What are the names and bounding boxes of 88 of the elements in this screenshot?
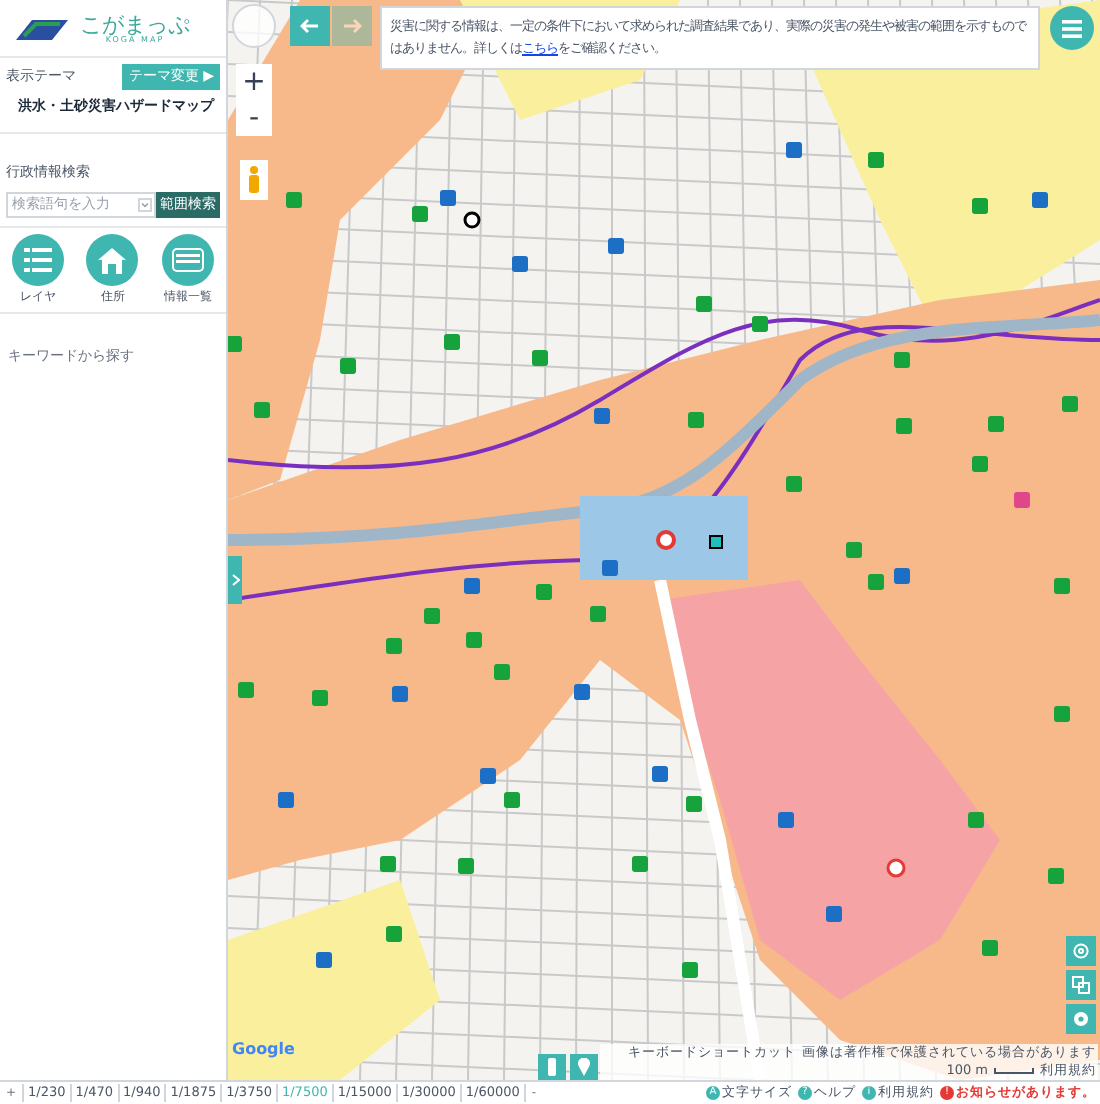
house-icon [86,234,139,286]
facility-marker [988,416,1004,432]
facility-marker [574,684,590,700]
logo-icon [12,15,72,43]
facility-marker [982,940,998,956]
facility-marker [594,408,610,424]
facility-marker [512,256,528,272]
facility-marker [688,412,704,428]
facility-marker [752,316,768,332]
arrow-left-icon [300,16,320,36]
facility-marker [1054,706,1070,722]
facility-marker [894,568,910,584]
facility-marker [896,418,912,434]
facility-marker [1054,578,1070,594]
chevron-icon [231,574,239,586]
scale-bar [994,1068,1034,1074]
facility-marker [972,198,988,214]
person-icon [248,166,260,194]
map-provider-logo: Google [232,1038,295,1062]
target-button[interactable] [1066,936,1096,966]
facility-marker [868,152,884,168]
facility-marker [238,682,254,698]
zoom-in-button[interactable]: + [236,64,272,100]
facility-marker [412,206,428,222]
facility-marker [536,584,552,600]
arrow-right-icon [342,16,362,36]
facility-marker [894,352,910,368]
facility-marker [312,690,328,706]
facility-marker [608,238,624,254]
facility-marker [968,812,984,828]
target-icon [1072,942,1090,960]
settings-button[interactable] [1066,1004,1096,1034]
facility-marker [972,456,988,472]
app-title: こがまっぷ [80,14,190,36]
facility-marker [392,686,408,702]
facility-marker [868,574,884,590]
facility-marker [786,142,802,158]
copy-button[interactable] [1066,970,1096,1000]
facility-marker [228,336,242,352]
copy-icon [1072,976,1090,994]
facility-marker [632,856,648,872]
facility-marker [254,402,270,418]
list-icon [11,234,64,286]
facility-marker [444,334,460,350]
facility-marker [458,858,474,874]
facility-marker [686,796,702,812]
facility-marker [1032,192,1048,208]
location-marker [886,858,906,878]
facility-marker [709,535,723,549]
facility-marker [278,792,294,808]
panel-icon [162,234,215,286]
street-view-button[interactable] [240,160,268,200]
facility-marker [652,766,668,782]
facility-marker [1014,492,1030,508]
facility-marker [386,638,402,654]
facility-marker [386,926,402,942]
facility-marker [466,632,482,648]
facility-marker [532,350,548,366]
facility-marker [826,906,842,922]
menu-icon [1062,19,1082,37]
facility-marker [696,296,712,312]
facility-marker [494,664,510,680]
facility-marker [786,476,802,492]
facility-marker [590,606,606,622]
facility-marker [286,192,302,208]
facility-marker [1048,868,1064,884]
pin-icon [578,1058,590,1076]
facility-marker [682,962,698,978]
facility-marker [340,358,356,374]
facility-marker [440,190,456,206]
facility-marker [316,952,332,968]
facility-marker [464,578,480,594]
sidebar-toggle[interactable] [228,556,242,604]
location-marker [463,211,481,229]
pin-button[interactable] [570,1054,598,1080]
facility-marker [480,768,496,784]
facility-marker [602,560,618,576]
facility-marker [504,792,520,808]
facility-marker [846,542,862,558]
back-button[interactable] [290,6,330,46]
facility-marker [424,608,440,624]
facility-marker [778,812,794,828]
location-marker [656,530,676,550]
settings-icon [1072,1010,1090,1028]
facility-marker [380,856,396,872]
dropdown-icon [138,198,152,212]
facility-marker [1062,396,1078,412]
zoom-out-button[interactable]: - [236,100,272,136]
